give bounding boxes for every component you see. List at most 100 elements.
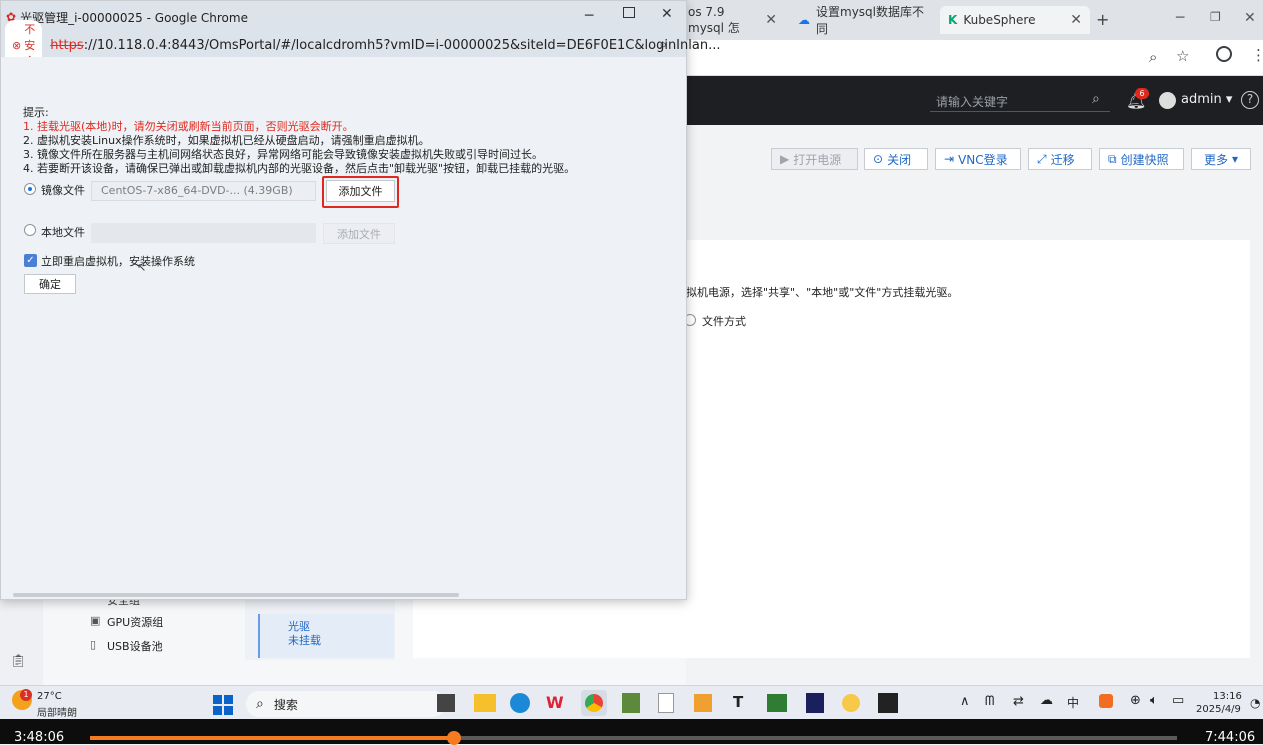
battery-icon[interactable]: ▭	[1172, 693, 1184, 708]
weather-text: 局部晴朗	[37, 708, 77, 719]
profile-icon[interactable]	[1216, 46, 1232, 62]
notification-bell-icon[interactable]: ◔	[1250, 696, 1260, 710]
cloud-icon[interactable]: ☁	[1040, 693, 1053, 708]
clock-time[interactable]: 13:16	[1213, 691, 1242, 702]
local-file-radio[interactable]	[24, 224, 36, 236]
button-label: 更多	[1203, 152, 1228, 167]
windows-start-icon[interactable]	[213, 695, 233, 715]
usb-icon: ▯	[90, 638, 97, 651]
gpu-icon: ▣	[90, 614, 101, 627]
app-icon-3[interactable]	[767, 694, 787, 712]
speaker-icon[interactable]: 🔈︎	[1150, 693, 1158, 708]
close-icon[interactable]: ✕	[1244, 10, 1256, 26]
star-icon[interactable]: ☆	[1176, 47, 1189, 65]
cdrom-label: 光驱	[288, 620, 310, 633]
clipboard-icon[interactable]: 📋︎	[10, 654, 27, 669]
close-icon[interactable]: ✕	[765, 12, 777, 28]
window-title: 光驱管理_i-00000025 - Google Chrome	[20, 10, 248, 25]
clock-date[interactable]: 2025/4/9	[1196, 704, 1241, 715]
background-tab-settings[interactable]: ☁ 设置mysql数据库不同	[790, 5, 935, 36]
background-tab-kubesphere[interactable]: K KubeSphere ✕	[940, 6, 1090, 34]
shutdown-button[interactable]: ⊙ 关闭	[864, 148, 928, 170]
close-icon[interactable]: ✕	[661, 6, 673, 22]
background-sidebar: 📋︎ 安全组 ▣ GPU资源组 ▯ USB设备池 光驱 未挂载	[0, 594, 1250, 685]
sidebar-item-gpu[interactable]: GPU资源组	[107, 614, 163, 630]
user-menu[interactable]: admin ▾	[1181, 92, 1232, 107]
power-on-button[interactable]: ▶ 打开电源	[771, 148, 858, 170]
sidebar-item-usb[interactable]: USB设备池	[107, 638, 163, 654]
tip-1: 1. 挂载光驱(本地)时，请勿关闭或刷新当前页面，否则光驱会断开。	[23, 120, 354, 133]
cdrom-device-item[interactable]: 光驱 未挂载	[258, 614, 394, 658]
ime-icon[interactable]: 中	[1067, 694, 1079, 711]
tray-icon-1[interactable]: ᗰ	[985, 694, 994, 709]
tray-app-icon[interactable]	[1099, 694, 1113, 708]
keyword-search-input[interactable]: 请输入关键字 ⌕	[930, 90, 1110, 112]
background-address-bar: ⌕ ☆ ⋮	[686, 40, 1263, 76]
kubesphere-icon: K	[948, 13, 958, 27]
minimize-icon[interactable]: ─	[585, 8, 593, 24]
confirm-button[interactable]: 确定	[24, 274, 76, 294]
tray-icon-2[interactable]: ⇄	[1013, 694, 1024, 709]
menu-icon[interactable]: ⋮	[1251, 46, 1263, 64]
tip-2: 2. 虚拟机安装Linux操作系统时，如果虚拟机已经从硬盘启动，请强制重启虚拟机…	[23, 134, 430, 147]
total-time: 7:44:06	[1205, 730, 1256, 745]
panel-instruction: 拟机电源，选择"共享"、"本地"或"文件"方式挂载光驱。	[686, 286, 959, 299]
popup-content: 提示: 1. 挂载光驱(本地)时，请勿关闭或刷新当前页面，否则光驱会断开。 2.…	[1, 57, 686, 599]
address-bar[interactable]: ⊗ 不安全 https ://10.118.0.4:8443/OmsPortal…	[1, 20, 720, 70]
tip-4: 4. 若要断开该设备，请确保已弹出或卸载虚拟机内部的光驱设备，然后点击"卸载光驱…	[23, 162, 576, 175]
button-label: 创建快照	[1120, 152, 1169, 167]
zoom-icon[interactable]: ⌕	[1149, 48, 1157, 66]
restart-checkbox[interactable]: ✓	[24, 254, 37, 267]
image-file-field[interactable]: CentOS-7-x86_64-DVD-... (4.39GB)	[91, 181, 316, 201]
button-label: 打开电源	[793, 152, 842, 167]
edge-icon[interactable]	[510, 693, 530, 713]
restart-label: 立即重启虚拟机，安装操作系统	[41, 255, 195, 268]
file-mode-label: 文件方式	[702, 315, 746, 328]
help-icon[interactable]: ?	[1241, 91, 1259, 109]
maximize-icon[interactable]	[623, 7, 635, 18]
create-snapshot-button[interactable]: ⧉ 创建快照	[1099, 148, 1184, 170]
more-button[interactable]: 更多 ▾	[1191, 148, 1251, 170]
globe-icon[interactable]: ⊕	[1130, 693, 1141, 708]
chevron-up-icon[interactable]: ∧	[960, 694, 970, 709]
app-icon-1[interactable]	[622, 693, 640, 713]
search-icon[interactable]: ⌕	[1092, 91, 1100, 107]
add-file-button[interactable]: 添加文件	[326, 180, 395, 202]
content-card	[413, 598, 1250, 658]
app-task-view-icon[interactable]	[437, 694, 455, 712]
tab-label: os 7.9 mysql 怎	[688, 4, 740, 35]
image-file-radio[interactable]	[24, 183, 36, 195]
background-tab-mysql[interactable]: os 7.9 mysql 怎 ✕	[680, 4, 785, 35]
add-file-button-disabled: 添加文件	[323, 223, 395, 244]
file-explorer-icon[interactable]	[474, 694, 496, 712]
warning-icon: ⊗	[12, 38, 22, 52]
app-icon-5[interactable]	[878, 693, 898, 713]
play-icon: ▶	[780, 152, 790, 166]
taskbar-search[interactable]: ⌕ 搜索	[246, 691, 446, 717]
new-tab-icon[interactable]: +	[1096, 10, 1109, 29]
minimize-icon[interactable]: ─	[1176, 10, 1184, 26]
app-icon-2[interactable]	[694, 694, 712, 712]
app-icon-4[interactable]	[842, 694, 860, 712]
notepad-icon[interactable]	[658, 693, 674, 713]
close-icon[interactable]: ✕	[1070, 12, 1082, 28]
avatar[interactable]	[1159, 92, 1176, 109]
cdrom-status: 未挂载	[288, 634, 321, 647]
horizontal-scrollbar[interactable]	[13, 593, 459, 597]
chrome-icon[interactable]	[585, 694, 603, 712]
typora-icon[interactable]: T	[733, 693, 743, 711]
progress-handle[interactable]	[447, 731, 461, 745]
expand-icon: ⤢	[1037, 151, 1047, 166]
vnc-login-button[interactable]: ⇥ VNC登录	[935, 148, 1021, 170]
cdrom-manager-window: ✿ 光驱管理_i-00000025 - Google Chrome ─ ✕ ⊗ …	[0, 0, 720, 600]
tab-label: KubeSphere	[963, 13, 1036, 27]
restore-icon[interactable]: ❐	[1210, 10, 1221, 24]
zoom-icon[interactable]: ⌕	[659, 35, 667, 53]
button-label: 关闭	[887, 152, 912, 167]
wps-icon[interactable]: W	[546, 693, 564, 712]
cloud-icon: ☁	[798, 13, 810, 27]
migrate-button[interactable]: ⤢ 迁移	[1028, 148, 1092, 170]
snapshot-icon: ⧉	[1108, 151, 1117, 166]
stop-icon: ⊙	[873, 152, 884, 166]
intellij-icon[interactable]	[806, 693, 824, 713]
